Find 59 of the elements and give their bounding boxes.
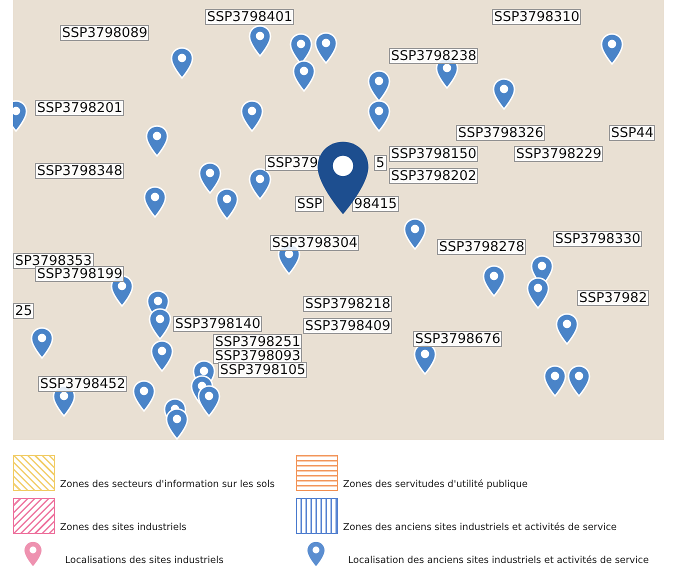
map-pin-icon — [170, 47, 194, 79]
map-pin-icon — [248, 25, 272, 57]
map-pin-icon — [197, 385, 221, 417]
site-code-label: SSP3798310 — [492, 9, 582, 25]
map-pin-icon — [367, 100, 391, 132]
map-pin-icon — [198, 162, 222, 194]
site-code-label: SSP37982 — [577, 290, 650, 306]
site-code-label: SSP3798140 — [173, 316, 262, 332]
site-code-label: SSP3798238 — [389, 48, 478, 64]
site-code-label: SSP3798304 — [270, 235, 360, 251]
site-code-label: SSP3798676 — [413, 331, 502, 347]
legend-label: Localisation des anciens sites industriels et activités de service — [348, 555, 649, 567]
site-code-label: SSP3798452 — [38, 376, 128, 392]
map-pin-icon — [600, 33, 624, 65]
site-code-label: SSP3798105 — [218, 362, 308, 378]
map-pin-icon — [526, 277, 550, 309]
legend-label: Zones des secteurs d'information sur les sols — [60, 479, 275, 491]
map-pin-icon — [367, 70, 391, 102]
site-code-label: SSP379 — [265, 155, 320, 171]
site-code-label: SSP3798089 — [60, 25, 150, 41]
map-pin-icon — [567, 365, 591, 397]
site-code-label: SSP3798150 — [389, 146, 478, 162]
map-pin-icon — [482, 265, 506, 297]
map-pin-icon — [143, 186, 167, 218]
site-code-label: SSP3798409 — [303, 318, 392, 334]
legend-label: Zones des sites industriels — [60, 522, 186, 534]
map-pin-icon — [150, 340, 174, 372]
site-code-label: SSP3798202 — [389, 168, 478, 184]
map-pin-icon — [30, 327, 54, 359]
map-pin-icon — [148, 308, 172, 340]
map-pin-icon — [145, 125, 169, 157]
map-pin-icon — [240, 100, 264, 132]
map-pin-icon — [292, 60, 316, 92]
legend-label: Zones des anciens sites industriels et activités de service — [343, 522, 617, 534]
legend-label: Zones des servitudes d'utilité publique — [343, 479, 528, 491]
legend-label: Localisations des sites industriels — [65, 555, 224, 567]
site-code-label: SSP3798199 — [35, 266, 124, 282]
site-code-label: SSP44 — [609, 125, 656, 141]
site-code-label: SSP3798201 — [35, 100, 124, 116]
map-pin-icon — [555, 313, 579, 345]
map-pin-icon — [248, 168, 272, 200]
site-code-label: SSP3798330 — [553, 231, 642, 247]
site-code-label: SSP3798401 — [205, 9, 294, 25]
site-code-label: 5 — [374, 155, 387, 171]
map-pin-icon — [132, 380, 156, 412]
map-pin-icon — [165, 408, 189, 440]
map-pin-icon — [543, 365, 567, 397]
map-pin-icon — [314, 32, 338, 64]
site-code-label: SSP3798326 — [456, 125, 546, 141]
site-code-label: SSP3798278 — [437, 239, 526, 255]
map-pin-icon — [215, 188, 239, 220]
site-code-label: SSP — [295, 196, 324, 212]
site-code-label: SSP3798218 — [303, 296, 392, 312]
site-code-label: SSP3798229 — [514, 146, 604, 162]
site-code-label: 98415 — [352, 196, 399, 212]
site-code-label: SSP3798348 — [35, 163, 124, 179]
map-pin-icon — [492, 78, 516, 110]
site-code-label: 25 — [13, 303, 34, 319]
map-pin-icon — [403, 218, 427, 250]
